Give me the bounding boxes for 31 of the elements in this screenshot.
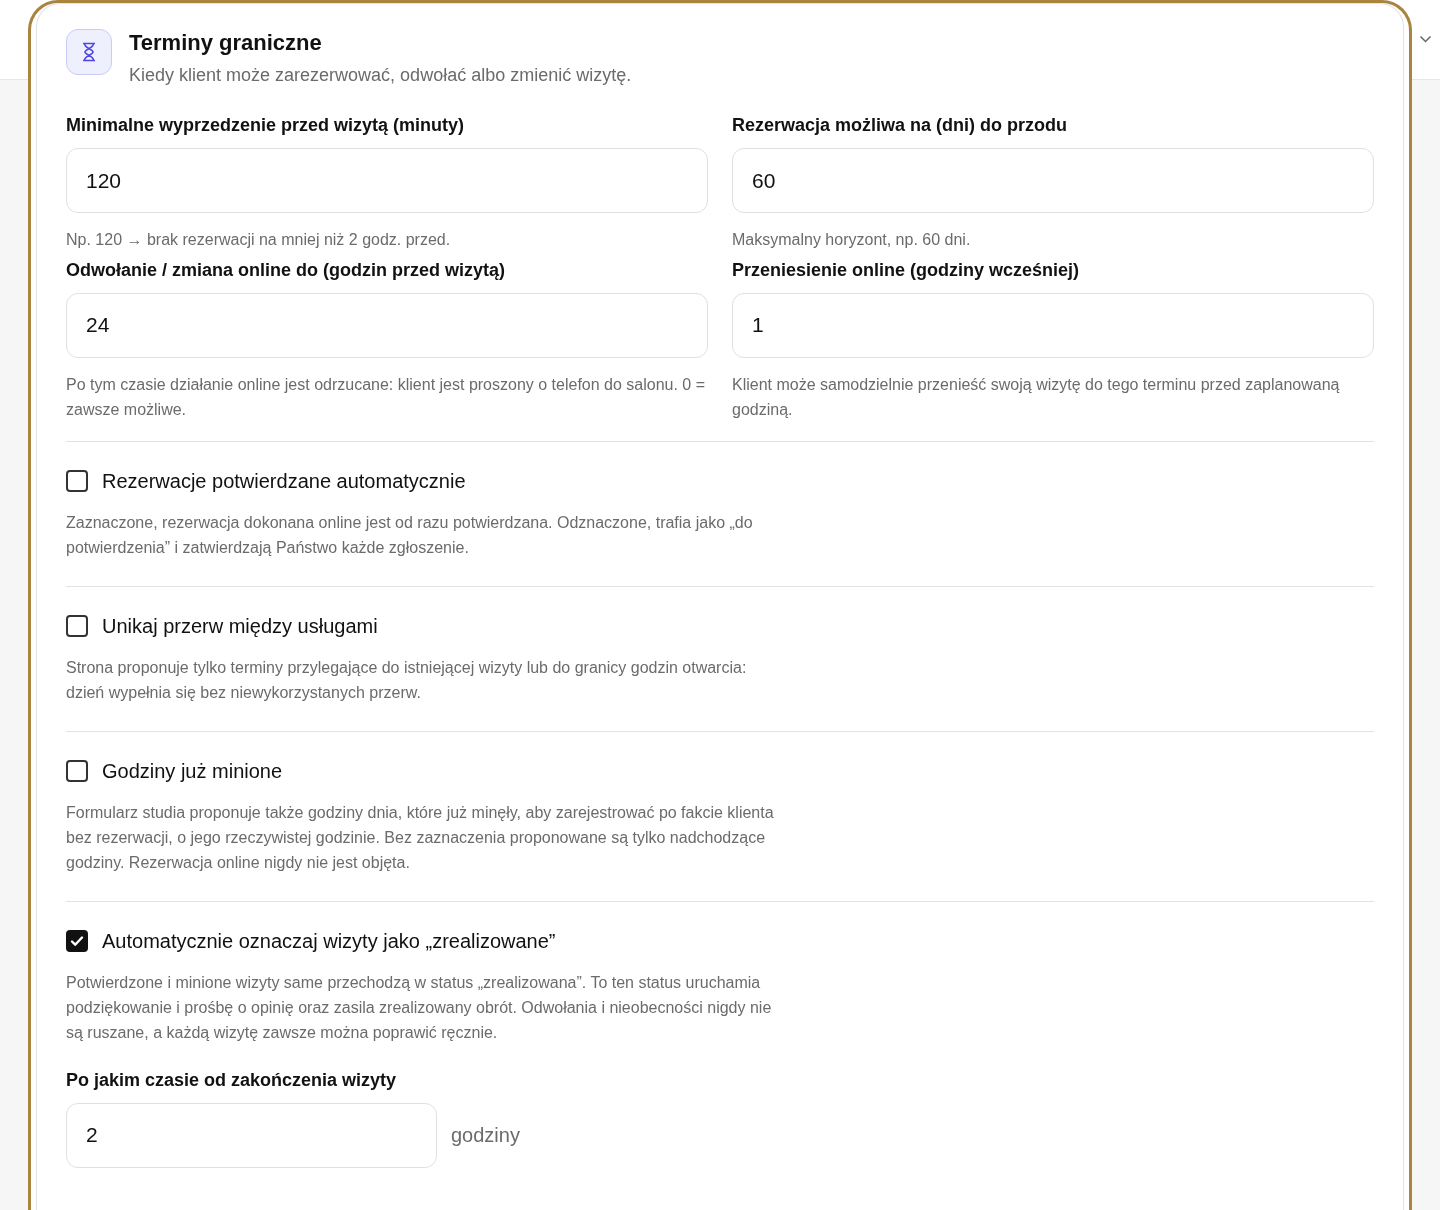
field-label: Rezerwacja możliwa na (dni) do przodu: [732, 114, 1069, 137]
checkbox[interactable]: [66, 614, 88, 637]
checkbox[interactable]: [66, 759, 88, 782]
field-hint: Po tym czasie działanie online jest odrzucane: klient jest proszony o telefon do salonu. 0 = zawsze możliwe.: [66, 374, 707, 420]
option-label[interactable]: Godziny już minione: [102, 756, 283, 785]
option-description: Potwierdzone i minione wizyty same przechodzą w status „zrealizowana”. To ten status uruchamia podziękowanie i prośbę o opinię oraz zasila zrealizowany obrót. Odwołania i nieobecności nigdy nie są ruszane, a każdą wizytę zawsze można poprawić ręcznie.: [66, 972, 773, 1043]
unit-label: godziny: [451, 1123, 520, 1148]
checkbox[interactable]: [66, 469, 88, 492]
field-label: Po jakim czasie od zakończenia wizyty: [66, 1068, 398, 1092]
section-title: Terminy graniczne: [129, 29, 323, 57]
field-hint: Np. 120 → brak rezerwacji na mniej niż 2 godz. przed.: [66, 230, 452, 250]
hourglass-icon: [66, 29, 112, 75]
option-description: Strona proponuje tylko terminy przylegające do istniejącej wizyty lub do granicy godzin otwarcia: dzień wypełnia się bez niewykorzystanych przerw.: [66, 657, 748, 703]
input-field[interactable]: 60: [732, 148, 1374, 213]
option-description: Zaznaczone, rezerwacja dokonana online jest od razu potwierdzana. Odznaczone, trafia jako „do potwierdzenia” i zatwierdzają Państwo każde zgłoszenie.: [66, 512, 754, 558]
section-subtitle: Kiedy klient może zarezerwować, odwołać albo zmienić wizytę.: [129, 64, 632, 87]
field-label: Minimalne wyprzedzenie przed wizytą (minuty): [66, 114, 466, 137]
field-hint: Klient może samodzielnie przenieść swoją wizytę do tego terminu przed zaplanowaną godziną.: [732, 374, 1341, 420]
option-description: Formularz studia proponuje także godziny dnia, które już minęły, aby zarejestrować po fakcie klienta bez rezerwacji, o jego rzeczywistej godzinie. Bez zaznaczenia proponowane są tylko nadchodzące godziny. Rezerwacja online nigdy nie jest objęta.: [66, 802, 775, 873]
field-label: Odwołanie / zmiana online do (godzin przed wizytą): [66, 258, 507, 282]
input-field[interactable]: 24: [66, 292, 708, 358]
input-field[interactable]: 2: [66, 1102, 437, 1168]
checkbox[interactable]: [66, 929, 88, 952]
option-label[interactable]: Rezerwacje potwierdzane automatycznie: [102, 466, 466, 495]
chevron-down-icon[interactable]: [1419, 34, 1432, 44]
option-label[interactable]: Unikaj przerw między usługami: [102, 611, 378, 640]
field-hint: Maksymalny horyzont, np. 60 dni.: [732, 230, 972, 250]
option-label[interactable]: Automatycznie oznaczaj wizyty jako „zrealizowane”: [102, 926, 556, 955]
input-field[interactable]: 1: [732, 292, 1374, 358]
input-field[interactable]: 120: [66, 148, 708, 213]
field-label: Przeniesienie online (godziny wcześniej): [732, 258, 1081, 282]
